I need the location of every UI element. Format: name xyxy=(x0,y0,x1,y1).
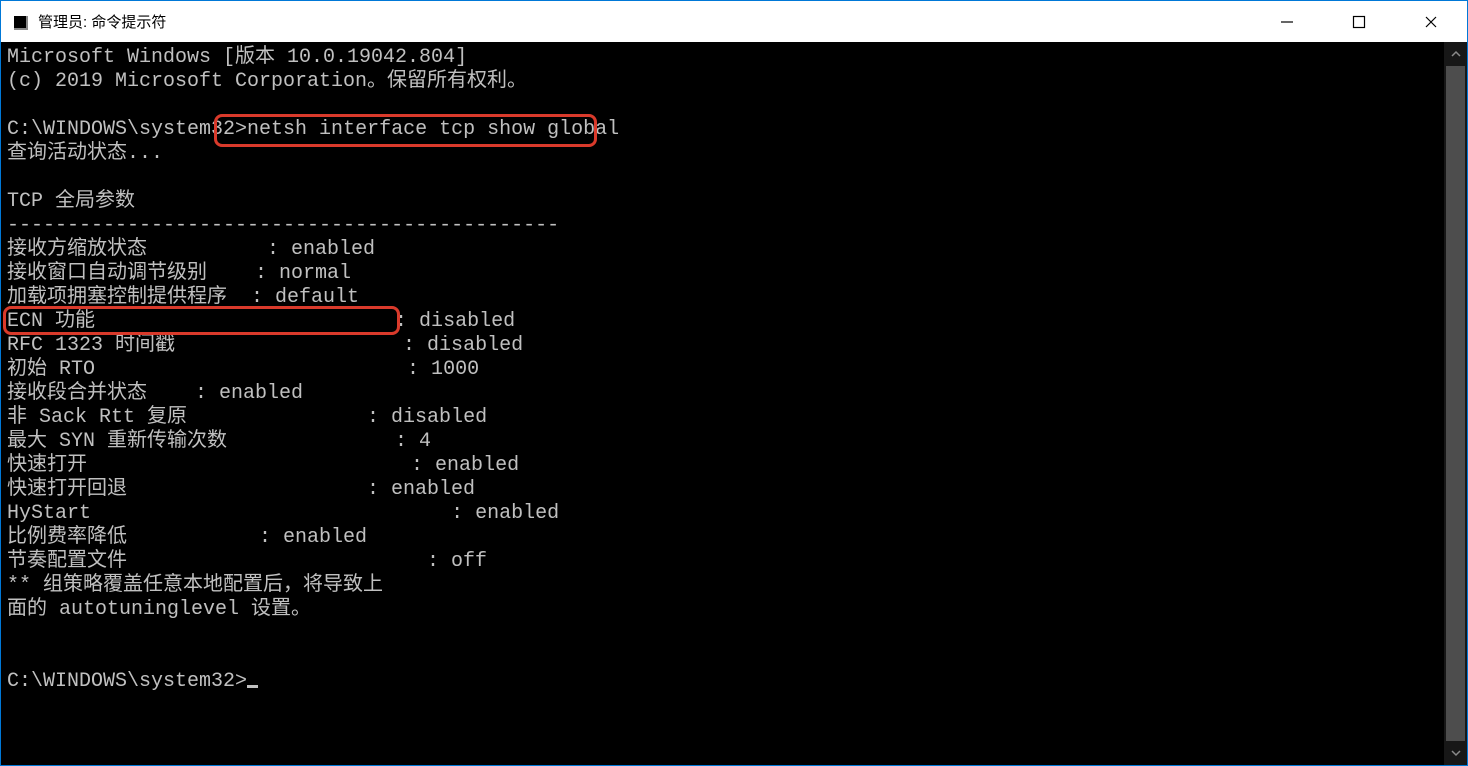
row-congestion: 加载项拥塞控制提供程序 : default xyxy=(7,286,359,309)
maximize-button[interactable] xyxy=(1323,1,1395,42)
prompt-idle: C:\WINDOWS\system32> xyxy=(7,670,247,693)
cursor xyxy=(247,685,258,688)
row-fastopen: 快速打开 : enabled xyxy=(7,454,519,477)
minimize-icon xyxy=(1280,15,1294,29)
terminal-output[interactable]: Microsoft Windows [版本 10.0.19042.804] (c… xyxy=(1,42,1443,694)
row-fastopen-fb: 快速打开回退 : enabled xyxy=(7,478,475,501)
cmd-app-icon xyxy=(12,14,28,30)
scroll-thumb[interactable] xyxy=(1446,66,1465,741)
line-copyright: (c) 2019 Microsoft Corporation。保留所有权利。 xyxy=(7,70,527,93)
note-line1: ** 组策略覆盖任意本地配置后，将导致上 xyxy=(7,574,383,597)
cmd-window: 管理员: 命令提示符 Microsoft Windows [版本 10.0.19… xyxy=(0,0,1468,766)
dashes: ----------------------------------------… xyxy=(7,214,559,237)
row-autotune: 接收窗口自动调节级别 : normal xyxy=(7,262,351,285)
note-line2: 面的 autotuninglevel 设置。 xyxy=(7,598,311,621)
close-button[interactable] xyxy=(1395,1,1467,42)
row-non-sack: 非 Sack Rtt 复原 : disabled xyxy=(7,406,487,429)
row-rfc1323: RFC 1323 时间戳 : disabled xyxy=(7,334,523,357)
line-query-status: 查询活动状态... xyxy=(7,142,163,165)
row-hystart: HyStart : enabled xyxy=(7,502,559,525)
scroll-down-button[interactable] xyxy=(1444,741,1467,765)
scroll-track[interactable] xyxy=(1444,66,1467,741)
entered-command: netsh interface tcp show global xyxy=(247,118,619,141)
chevron-up-icon xyxy=(1451,49,1461,59)
prompt-path: C:\WINDOWS\system32> xyxy=(7,118,247,141)
maximize-icon xyxy=(1352,15,1366,29)
row-recv-scaling: 接收方缩放状态 : enabled xyxy=(7,238,375,261)
close-icon xyxy=(1424,15,1438,29)
window-controls xyxy=(1251,1,1467,42)
chevron-down-icon xyxy=(1451,748,1461,758)
vertical-scrollbar[interactable] xyxy=(1443,42,1467,765)
section-title: TCP 全局参数 xyxy=(7,190,135,213)
row-max-syn: 最大 SYN 重新传输次数 : 4 xyxy=(7,430,431,453)
row-ecn: ECN 功能 : disabled xyxy=(7,310,515,333)
window-title: 管理员: 命令提示符 xyxy=(38,11,166,32)
line-version: Microsoft Windows [版本 10.0.19042.804] xyxy=(7,46,467,69)
terminal-area[interactable]: Microsoft Windows [版本 10.0.19042.804] (c… xyxy=(1,42,1443,765)
content-wrap: Microsoft Windows [版本 10.0.19042.804] (c… xyxy=(1,42,1467,765)
row-pacing: 节奏配置文件 : off xyxy=(7,550,487,573)
row-initial-rto: 初始 RTO : 1000 xyxy=(7,358,479,381)
row-prop-rate: 比例费率降低 : enabled xyxy=(7,526,367,549)
row-seg-coalesce: 接收段合并状态 : enabled xyxy=(7,382,303,405)
titlebar[interactable]: 管理员: 命令提示符 xyxy=(1,1,1467,42)
minimize-button[interactable] xyxy=(1251,1,1323,42)
scroll-up-button[interactable] xyxy=(1444,42,1467,66)
